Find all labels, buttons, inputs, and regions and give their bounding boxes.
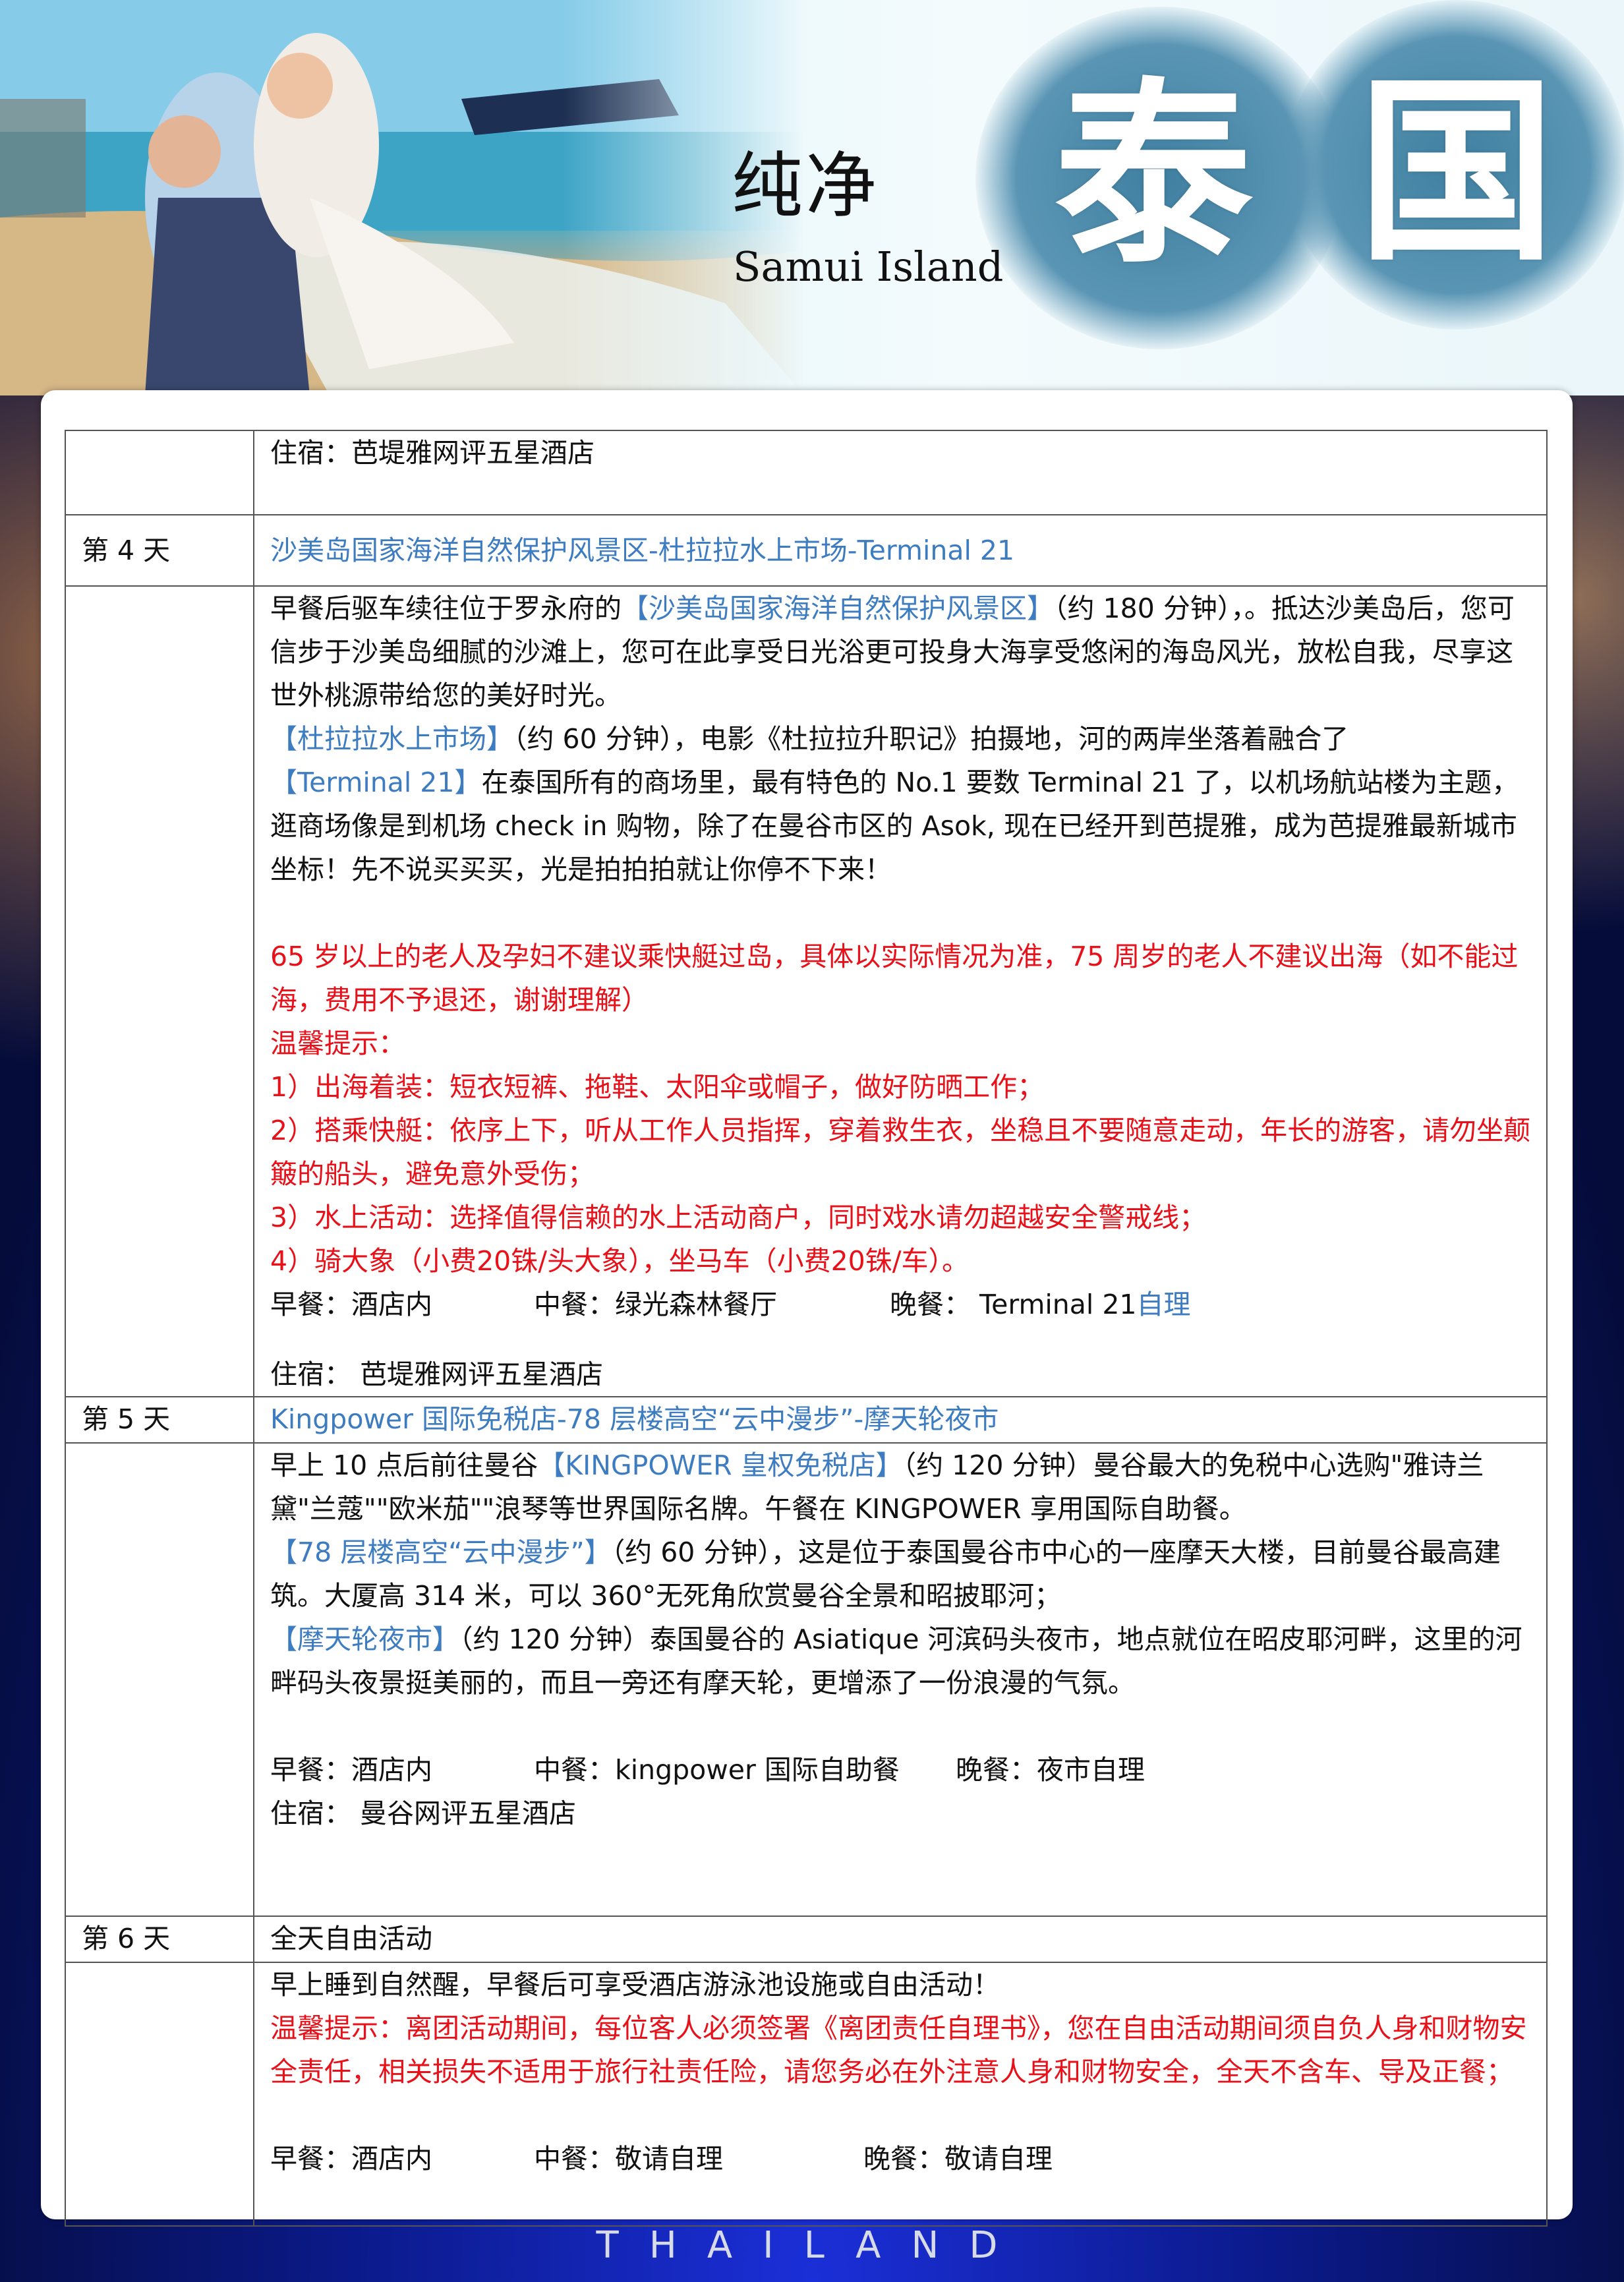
- day-details: 早餐后驱车续往位于罗永府的【沙美岛国家海洋自然保护风景区】（约 180 分钟），…: [253, 585, 1548, 1397]
- attraction-name: 【Terminal 21】: [270, 767, 482, 798]
- paragraph: 【Terminal 21】在泰国所有的商场里，最有特色的 No.1 要数 Ter…: [270, 761, 1533, 891]
- paragraph: 【摩天轮夜市】（约 120 分钟）泰国曼谷的 Asiatique 河滨码头夜市，…: [270, 1618, 1533, 1705]
- text: 早餐后驱车续往位于罗永府的: [270, 593, 622, 624]
- big-char-guo: 国: [1358, 55, 1555, 287]
- paragraph: 早上 10 点后前往曼谷【KINGPOWER 皇权免税店】（约 120 分钟）曼…: [270, 1444, 1533, 1531]
- lunch: 中餐：kingpower 国际自助餐: [534, 1754, 900, 1786]
- lunch: 中餐：敬请自理: [534, 2143, 723, 2175]
- itinerary-table: 住宿：芭堤雅网评五星酒店 第 4 天 沙美岛国家海洋自然保护风景区-杜拉拉水上市…: [65, 430, 1548, 2227]
- day-label: 第 5 天: [65, 1396, 254, 1444]
- table-row: 第 5 天 Kingpower 国际免税店-78 层楼高空“云中漫步”-摩天轮夜…: [65, 1396, 1548, 1444]
- text: （约 60 分钟），电影《杜拉拉升职记》拍摄地，河的两岸坐落着融合了: [513, 723, 1349, 755]
- dinner: 晚餐：夜市自理: [956, 1754, 1145, 1786]
- day-cell-empty: [65, 1962, 254, 2227]
- free-time-tip: 温馨提示：离团活动期间，每位客人必须签署《离团责任自理书》，您在自由活动期间须自…: [270, 2012, 1527, 2088]
- table-row: 第 4 天 沙美岛国家海洋自然保护风景区-杜拉拉水上市场-Terminal 21: [65, 514, 1548, 587]
- header-banner: 纯净 Samui Island 泰 国: [0, 0, 1624, 395]
- table-row: 早餐后驱车续往位于罗永府的【沙美岛国家海洋自然保护风景区】（约 180 分钟），…: [65, 585, 1548, 1397]
- day-route: 全天自由活动: [253, 1916, 1548, 1963]
- hotel-line: 住宿：芭堤雅网评五星酒店: [253, 430, 1548, 515]
- paragraph: 【杜拉拉水上市场】（约 60 分钟），电影《杜拉拉升职记》拍摄地，河的两岸坐落着…: [270, 717, 1533, 761]
- tips-title: 温馨提示：: [270, 1028, 405, 1059]
- big-char-tai: 泰: [1055, 58, 1252, 291]
- attraction-name: 【KINGPOWER 皇权免税店】: [538, 1449, 903, 1481]
- breakfast: 早餐：酒店内: [270, 1754, 432, 1786]
- day-details: 早上睡到自然醒，早餐后可享受酒店游泳池设施或自由活动！ 温馨提示：离团活动期间，…: [253, 1962, 1548, 2227]
- title-chinese: 纯净: [732, 145, 880, 227]
- attraction-name: 【78 层楼高空“云中漫步”】: [270, 1536, 612, 1568]
- title-english: Samui Island: [733, 243, 1004, 291]
- attraction-name: 【摩天轮夜市】: [270, 1624, 459, 1655]
- day-label: 第 4 天: [65, 514, 254, 587]
- tip-item: 3）水上活动：选择值得信赖的水上活动商户，同时戏水请勿超越安全警戒线；: [270, 1202, 1207, 1233]
- age-warning: 65 岁以上的老人及孕妇不建议乘快艇过岛，具体以实际情况为准，75 周岁的老人不…: [270, 941, 1519, 1016]
- dinner-note: 自理: [1136, 1289, 1191, 1320]
- paragraph: 早上睡到自然醒，早餐后可享受酒店游泳池设施或自由活动！: [270, 1969, 1000, 2001]
- breakfast: 早餐：酒店内: [270, 1289, 432, 1320]
- beach-couple-photo: [0, 0, 804, 395]
- tip-item: 2）搭乘快艇：依序上下，听从工作人员指挥，穿着救生衣，坐稳且不要随意走动，年长的…: [270, 1115, 1531, 1190]
- meals-line: 早餐：酒店内 中餐：绿光森林餐厅 晚餐： Terminal 21自理: [270, 1283, 1533, 1326]
- day-details: 早上 10 点后前往曼谷【KINGPOWER 皇权免税店】（约 120 分钟）曼…: [253, 1442, 1548, 1917]
- dinner: 晚餐： Terminal 21: [890, 1289, 1137, 1320]
- meals-line: 早餐：酒店内 中餐：敬请自理 晚餐：敬请自理: [270, 2137, 1533, 2180]
- meals-line: 早餐：酒店内 中餐：kingpower 国际自助餐 晚餐：夜市自理: [270, 1748, 1533, 1792]
- photo-illustration: [0, 0, 804, 395]
- text: 早上 10 点后前往曼谷: [270, 1449, 538, 1481]
- hotel-line: 住宿： 曼谷网评五星酒店: [270, 1798, 577, 1829]
- paragraph: 早餐后驱车续往位于罗永府的【沙美岛国家海洋自然保护风景区】（约 180 分钟），…: [270, 587, 1533, 717]
- table-row: 早上睡到自然醒，早餐后可享受酒店游泳池设施或自由活动！ 温馨提示：离团活动期间，…: [65, 1962, 1548, 2227]
- day-route: Kingpower 国际免税店-78 层楼高空“云中漫步”-摩天轮夜市: [253, 1396, 1548, 1444]
- dinner: 晚餐：敬请自理: [863, 2143, 1053, 2175]
- day-cell-empty: [65, 1442, 254, 1917]
- day-cell-empty: [65, 430, 254, 515]
- breakfast: 早餐：酒店内: [270, 2143, 432, 2175]
- attraction-name: 【杜拉拉水上市场】: [270, 723, 513, 755]
- lunch: 中餐：绿光森林餐厅: [534, 1289, 777, 1320]
- attraction-name: 【沙美岛国家海洋自然保护风景区】: [622, 593, 1054, 624]
- day-route: 沙美岛国家海洋自然保护风景区-杜拉拉水上市场-Terminal 21: [253, 514, 1548, 587]
- table-row: 住宿：芭堤雅网评五星酒店: [65, 430, 1548, 515]
- day-label: 第 6 天: [65, 1916, 254, 1963]
- day-cell-empty: [65, 585, 254, 1397]
- itinerary-card: 住宿：芭堤雅网评五星酒店 第 4 天 沙美岛国家海洋自然保护风景区-杜拉拉水上市…: [41, 390, 1573, 2227]
- table-row: 早上 10 点后前往曼谷【KINGPOWER 皇权免税店】（约 120 分钟）曼…: [65, 1442, 1548, 1917]
- hotel-line: 住宿： 芭堤雅网评五星酒店: [270, 1359, 604, 1390]
- table-row: 第 6 天 全天自由活动: [65, 1916, 1548, 1963]
- paragraph: 【78 层楼高空“云中漫步”】（约 60 分钟），这是位于泰国曼谷市中心的一座摩…: [270, 1531, 1533, 1618]
- footer-thailand: THAILAND: [596, 2224, 1028, 2267]
- tip-item: 4）骑大象（小费20铢/头大象），坐马车（小费20铢/车）。: [270, 1245, 970, 1277]
- tip-item: 1）出海着装：短衣短裤、拖鞋、太阳伞或帽子，做好防晒工作；: [270, 1071, 1045, 1103]
